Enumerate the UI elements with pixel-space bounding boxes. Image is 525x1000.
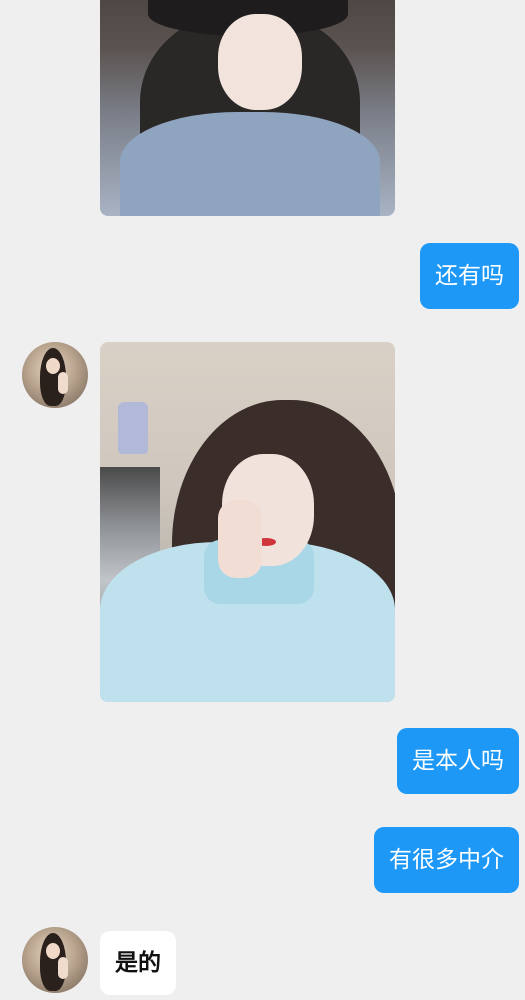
message-text: 是本人吗: [412, 748, 504, 774]
avatar-face: [46, 943, 60, 959]
message-photo[interactable]: [100, 342, 395, 702]
message-text: 还有吗: [435, 263, 504, 289]
message-text: 有很多中介: [389, 847, 504, 873]
photo-hand: [218, 500, 262, 578]
avatar[interactable]: [22, 927, 88, 993]
avatar-hand: [58, 372, 68, 394]
incoming-message-bubble[interactable]: 是的: [100, 931, 176, 995]
avatar-face: [46, 358, 60, 374]
photo-bottle: [118, 402, 148, 454]
photo-face: [218, 14, 302, 110]
photo-sweater: [120, 112, 380, 216]
avatar-hand: [58, 957, 68, 979]
chat-view: 还有吗 是本人吗 有很多中介 是的: [0, 0, 525, 1000]
avatar[interactable]: [22, 342, 88, 408]
outgoing-message-bubble[interactable]: 是本人吗: [397, 728, 519, 794]
outgoing-message-bubble[interactable]: 有很多中介: [374, 827, 519, 893]
outgoing-message-bubble[interactable]: 还有吗: [420, 243, 519, 309]
message-text: 是的: [115, 950, 161, 976]
message-photo[interactable]: [100, 0, 395, 216]
